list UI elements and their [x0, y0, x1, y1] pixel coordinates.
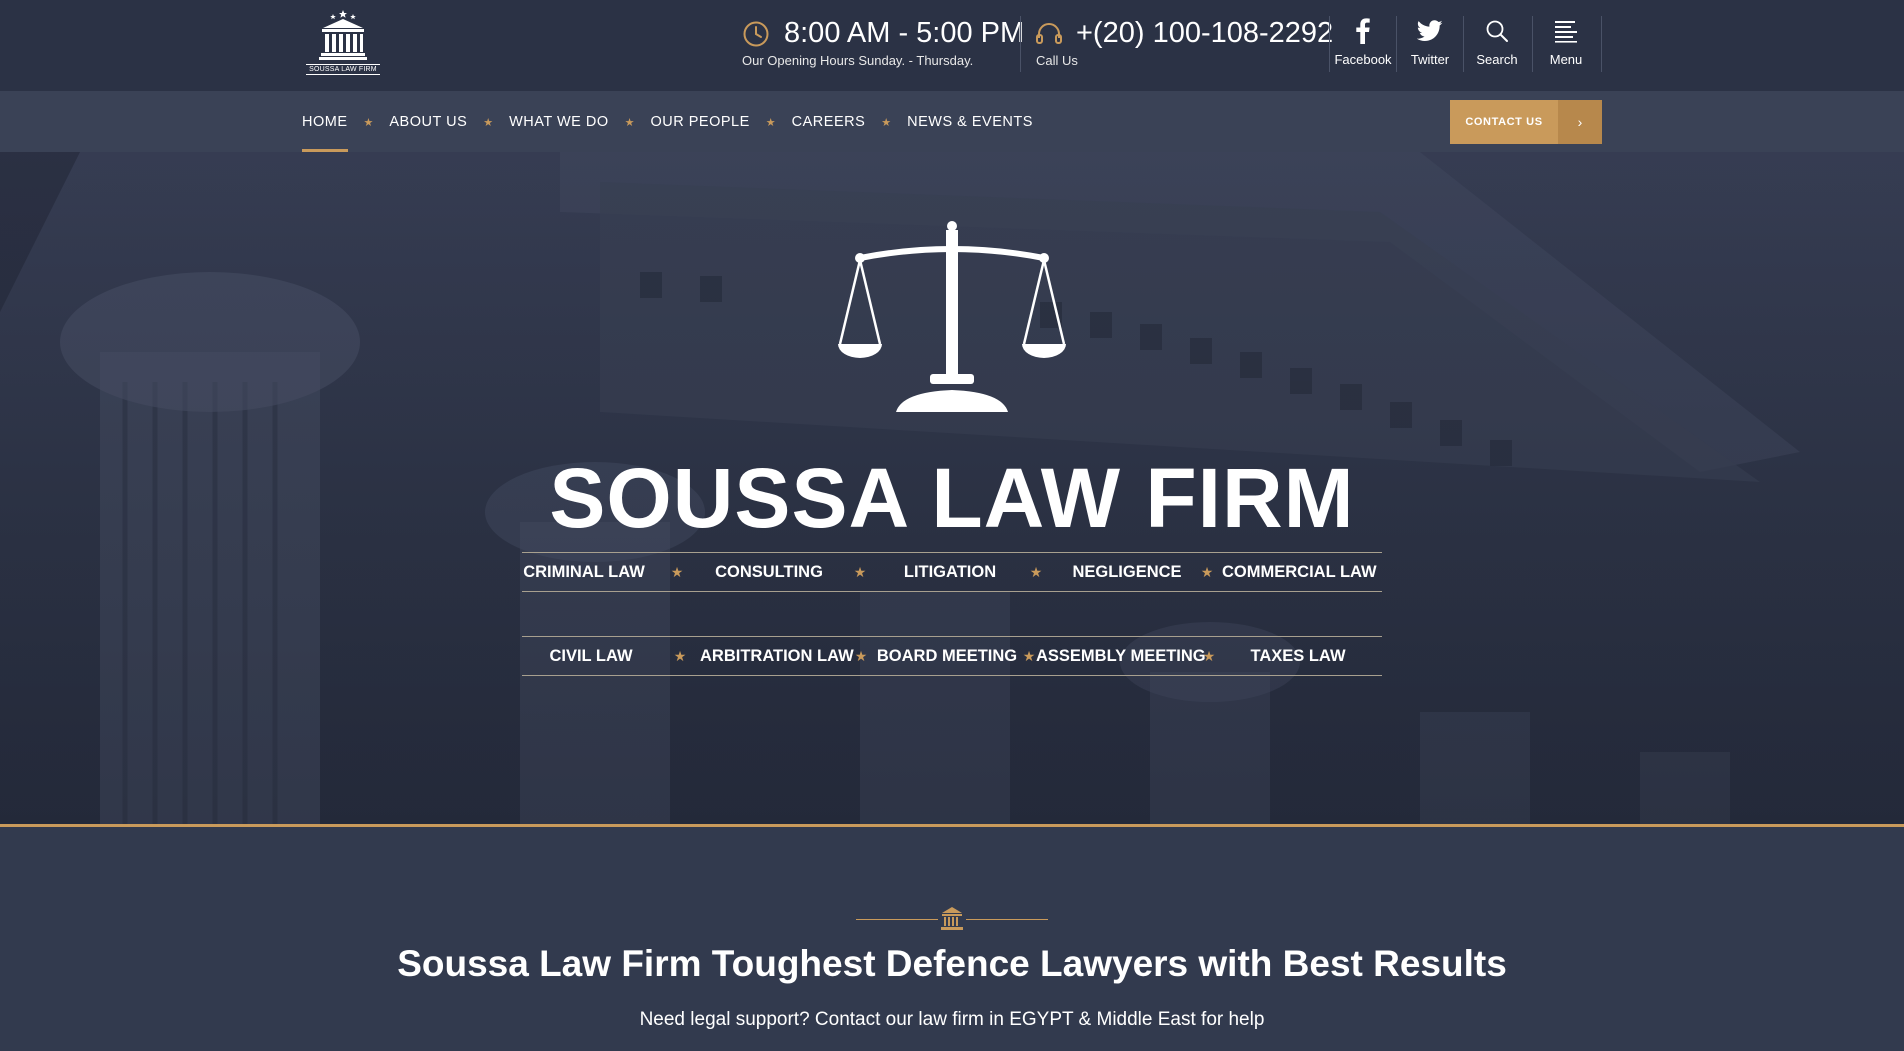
services-row-2: CIVIL LAW ★ ARBITRATION LAW ★ BOARD MEET… — [522, 636, 1382, 676]
contact-us-button[interactable]: CONTACT US › — [1450, 100, 1602, 144]
facebook-icon — [1356, 18, 1370, 44]
site-logo[interactable]: SOUSSA LAW FIRM — [306, 8, 380, 84]
intro-heading: Soussa Law Firm Toughest Defence Lawyers… — [397, 943, 1507, 984]
twitter-link[interactable]: Twitter — [1397, 16, 1463, 72]
facebook-link[interactable]: Facebook — [1330, 16, 1396, 72]
divider — [1601, 16, 1602, 72]
divider — [1020, 16, 1021, 72]
star-separator-icon: ★ — [1200, 563, 1214, 580]
services-row-1: CRIMINAL LAW ★ CONSULTING ★ LITIGATION ★… — [522, 552, 1382, 592]
nav-about-us[interactable]: ABOUT US — [389, 92, 467, 152]
hero-section: SOUSSA LAW FIRM CRIMINAL LAW ★ CONSULTIN… — [0, 152, 1904, 824]
ornament-line — [856, 919, 938, 920]
star-separator-icon: ★ — [673, 647, 687, 664]
clock-icon — [743, 21, 769, 47]
star-separator-icon: ★ — [853, 563, 867, 580]
service-negligence[interactable]: NEGLIGENCE — [1062, 563, 1192, 582]
facebook-label: Facebook — [1334, 52, 1392, 67]
menu-label: Menu — [1549, 52, 1583, 67]
hours-subtitle: Our Opening Hours Sunday. - Thursday. — [742, 53, 974, 68]
twitter-icon — [1417, 20, 1443, 41]
service-arbitration-law[interactable]: ARBITRATION LAW — [700, 647, 854, 666]
nav-news-events[interactable]: NEWS & EVENTS — [907, 92, 1033, 152]
courthouse-icon — [941, 907, 963, 930]
chevron-right-icon: › — [1558, 100, 1602, 144]
search-button[interactable]: Search — [1464, 16, 1530, 72]
service-board-meeting[interactable]: BOARD MEETING — [872, 647, 1022, 666]
phone-number[interactable]: +(20) 100-108-2292 — [1076, 17, 1333, 50]
star-separator-icon: ★ — [1029, 563, 1043, 580]
headset-icon — [1036, 23, 1062, 44]
service-litigation[interactable]: LITIGATION — [890, 563, 1010, 582]
contact-us-label: CONTACT US — [1465, 116, 1543, 128]
hours-time: 8:00 AM - 5:00 PM — [784, 17, 1025, 49]
nav-careers[interactable]: CAREERS — [792, 92, 866, 152]
star-separator-icon: ★ — [854, 647, 868, 664]
nav-list: HOME ★ ABOUT US ★ WHAT WE DO ★ OUR PEOPL… — [302, 92, 1033, 152]
menu-icon — [1555, 21, 1577, 43]
nav-home[interactable]: HOME — [302, 92, 348, 152]
logo-text: SOUSSA LAW FIRM — [306, 64, 380, 75]
intro-section: Soussa Law Firm Toughest Defence Lawyers… — [0, 827, 1904, 1051]
star-separator-icon: ★ — [483, 116, 494, 129]
section-ornament — [856, 905, 1048, 935]
star-separator-icon: ★ — [624, 116, 635, 129]
star-separator-icon: ★ — [1202, 647, 1216, 664]
search-icon — [1486, 20, 1508, 42]
main-nav: HOME ★ ABOUT US ★ WHAT WE DO ★ OUR PEOPL… — [0, 92, 1904, 152]
call-us[interactable]: +(20) 100-108-2292 Call Us — [1034, 16, 1333, 72]
service-assembly-meeting[interactable]: ASSEMBLY MEETING — [1036, 647, 1206, 666]
star-separator-icon: ★ — [363, 116, 374, 129]
search-label: Search — [1476, 52, 1518, 67]
intro-text: Need legal support? Contact our law firm… — [639, 1009, 1265, 1030]
scales-of-justice-icon — [838, 221, 1066, 412]
menu-button[interactable]: Menu — [1533, 16, 1599, 72]
service-commercial-law[interactable]: COMMERCIAL LAW — [1222, 563, 1377, 582]
service-civil-law[interactable]: CIVIL LAW — [522, 647, 660, 666]
service-criminal-law[interactable]: CRIMINAL LAW — [522, 563, 646, 582]
opening-hours: 8:00 AM - 5:00 PM Our Opening Hours Sund… — [740, 16, 1024, 72]
star-separator-icon: ★ — [765, 116, 776, 129]
call-us-label: Call Us — [1036, 53, 1078, 68]
courthouse-logo-icon — [319, 10, 367, 60]
service-consulting[interactable]: CONSULTING — [708, 563, 830, 582]
star-separator-icon: ★ — [1022, 647, 1036, 664]
service-taxes-law[interactable]: TAXES LAW — [1216, 647, 1380, 666]
nav-what-we-do[interactable]: WHAT WE DO — [509, 92, 609, 152]
star-separator-icon: ★ — [881, 116, 892, 129]
hero-title: SOUSSA LAW FIRM — [549, 451, 1355, 545]
top-bar: SOUSSA LAW FIRM 8:00 AM - 5:00 PM Our Op… — [0, 0, 1904, 92]
star-separator-icon: ★ — [670, 563, 684, 580]
nav-our-people[interactable]: OUR PEOPLE — [651, 92, 750, 152]
twitter-label: Twitter — [1410, 52, 1450, 67]
ornament-line — [966, 919, 1048, 920]
